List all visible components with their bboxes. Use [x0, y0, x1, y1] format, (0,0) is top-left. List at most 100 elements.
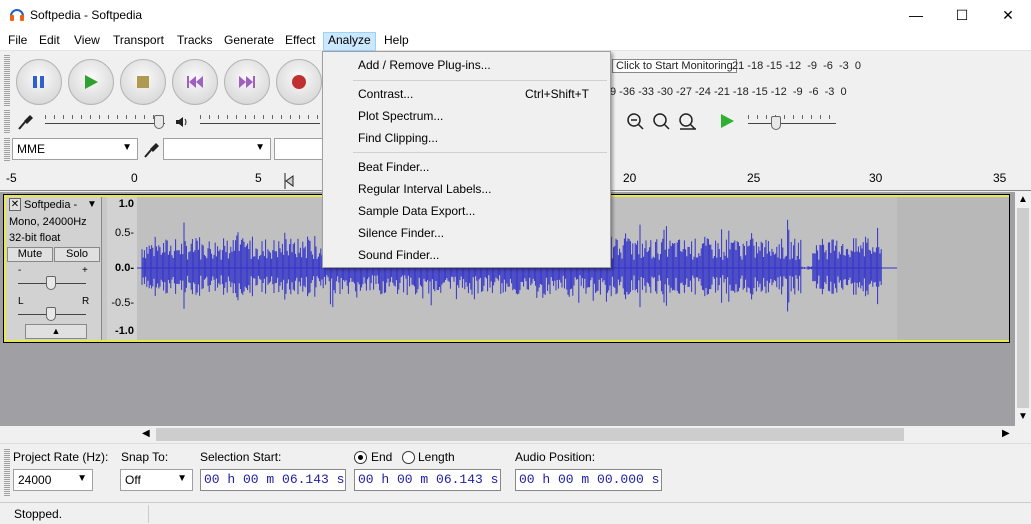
input-device-select[interactable]: ▼: [163, 138, 271, 160]
solo-button[interactable]: Solo: [54, 247, 100, 262]
menu-item-silence-finder[interactable]: Silence Finder...: [324, 222, 609, 244]
selection-toolbar: Project Rate (Hz): 24000 ▼ Snap To: Off ▼ …: [0, 443, 1031, 501]
play-speed-ticks: [748, 115, 836, 119]
track-name-button[interactable]: Softpedia -: [24, 199, 77, 211]
chevron-down-icon: ▼: [255, 142, 265, 153]
selection-start-time[interactable]: 00 h 00 m 06.143 s: [200, 469, 346, 491]
menu-edit[interactable]: Edit: [35, 32, 64, 51]
skip-end-button[interactable]: [224, 59, 270, 105]
status-divider: [148, 505, 149, 523]
menu-effect[interactable]: Effect: [281, 32, 319, 51]
menu-item-sample-data-export[interactable]: Sample Data Export...: [324, 200, 609, 222]
play-head-icon[interactable]: [284, 173, 294, 189]
audacity-app-icon: [10, 9, 24, 21]
record-volume-slider[interactable]: [45, 123, 165, 124]
snap-to-select[interactable]: Off ▼: [120, 469, 193, 491]
selection-grip[interactable]: [4, 448, 10, 496]
device-grip[interactable]: [4, 137, 10, 161]
playback-meter[interactable]: 9 -36 -33 -30 -27 -24 -21 -18 -15 -12 -9…: [610, 81, 880, 105]
host-select[interactable]: MME ▼: [12, 138, 138, 160]
end-radio[interactable]: [354, 451, 367, 464]
stop-button[interactable]: [120, 59, 166, 105]
menu-item-beat-finder[interactable]: Beat Finder...: [324, 156, 609, 178]
menu-analyze[interactable]: Analyze: [323, 32, 376, 51]
vertical-scrollbar[interactable]: ▲ ▼: [1015, 192, 1031, 426]
vertical-scale[interactable]: 1.0 0.5- 0.0- -0.5- -1.0: [107, 197, 137, 340]
pan-thumb[interactable]: [46, 307, 56, 321]
monitor-button[interactable]: Click to Start Monitoring: [612, 59, 737, 73]
menu-tracks[interactable]: Tracks: [173, 32, 217, 51]
menu-item-plot-spectrum[interactable]: Plot Spectrum...: [324, 105, 609, 127]
play-at-speed-icon[interactable]: [718, 112, 736, 130]
chevron-down-icon: ▼: [177, 473, 187, 484]
empty-track-region[interactable]: [897, 197, 1009, 340]
status-bar: Stopped.: [0, 502, 1031, 524]
scale-label: 0.0-: [115, 262, 134, 274]
playback-volume-slider[interactable]: [200, 123, 320, 124]
fit-project-icon[interactable]: [678, 112, 698, 132]
menu-item-add-remove-plugins[interactable]: Add / Remove Plug-ins...: [324, 54, 609, 76]
menu-generate[interactable]: Generate: [220, 32, 278, 51]
snap-to-label: Snap To:: [121, 450, 169, 464]
minimize-button[interactable]: —: [893, 0, 939, 30]
record-volume-ticks: [45, 115, 165, 119]
mixer-grip[interactable]: [4, 109, 10, 133]
length-radio[interactable]: [402, 451, 415, 464]
chevron-down-icon: ▼: [122, 142, 132, 153]
horizontal-scrollbar[interactable]: ◀ ▶: [0, 426, 1031, 443]
record-meter-ticks: 21 -18 -15 -12 -9 -6 -3 0: [732, 60, 862, 72]
scroll-up-icon[interactable]: ▲: [1018, 194, 1028, 205]
selection-end-time[interactable]: 00 h 00 m 06.143 s: [354, 469, 501, 491]
record-volume-thumb[interactable]: [154, 115, 164, 129]
scroll-down-icon[interactable]: ▼: [1018, 411, 1028, 422]
track-bit-depth: 32-bit float: [9, 232, 61, 244]
menu-item-label: Sound Finder...: [358, 248, 440, 262]
menu-transport[interactable]: Transport: [109, 32, 168, 51]
ruler-label: -5: [6, 171, 17, 185]
horizontal-scroll-thumb[interactable]: [156, 428, 904, 441]
project-rate-value: 24000: [18, 473, 52, 487]
track-format: Mono, 24000Hz: [9, 216, 87, 228]
track-close-button[interactable]: ✕: [9, 198, 21, 211]
track-control-panel: ✕ Softpedia - ▼ Mono, 24000Hz 32-bit flo…: [6, 197, 102, 340]
menu-view[interactable]: View: [70, 32, 104, 51]
play-speed-thumb[interactable]: [771, 116, 781, 130]
audio-position-time[interactable]: 00 h 00 m 00.000 s: [515, 469, 662, 491]
play-button[interactable]: [68, 59, 114, 105]
menu-item-find-clipping[interactable]: Find Clipping...: [324, 127, 609, 149]
pause-button[interactable]: [16, 59, 62, 105]
zoom-out-icon[interactable]: [626, 112, 646, 132]
gain-thumb[interactable]: [46, 276, 56, 290]
play-speed-slider[interactable]: [748, 123, 836, 124]
menu-item-shortcut: Ctrl+Shift+T: [524, 87, 589, 101]
track-menu-arrow-icon[interactable]: ▼: [87, 199, 97, 210]
channels-select[interactable]: [274, 138, 324, 160]
menu-item-regular-interval-labels[interactable]: Regular Interval Labels...: [324, 178, 609, 200]
record-meter[interactable]: Click to Start Monitoring 21 -18 -15 -12…: [610, 55, 880, 79]
menu-file[interactable]: File: [4, 32, 31, 51]
menu-item-label: Find Clipping...: [358, 131, 439, 145]
ruler-label: 35: [993, 171, 1007, 185]
mute-button[interactable]: Mute: [7, 247, 53, 262]
host-value: MME: [17, 142, 45, 156]
menu-separator: [353, 152, 607, 153]
scale-label: -1.0: [115, 325, 134, 337]
maximize-button[interactable]: ☐: [939, 0, 985, 30]
menu-help[interactable]: Help: [380, 32, 413, 51]
speaker-icon: [176, 117, 187, 127]
record-button[interactable]: [276, 59, 322, 105]
collapse-track-button[interactable]: ▲: [25, 324, 87, 339]
scroll-right-icon[interactable]: ▶: [1002, 428, 1010, 439]
project-rate-select[interactable]: 24000 ▼: [13, 469, 93, 491]
toolbar-grip[interactable]: [4, 54, 10, 106]
close-button[interactable]: ✕: [985, 0, 1031, 30]
menu-item-sound-finder[interactable]: Sound Finder...: [324, 244, 609, 266]
skip-start-button[interactable]: [172, 59, 218, 105]
vertical-scroll-thumb[interactable]: [1017, 208, 1029, 408]
menu-item-contrast[interactable]: Contrast... Ctrl+Shift+T: [324, 83, 609, 105]
menu-item-label: Regular Interval Labels...: [358, 182, 492, 196]
title-bar: Softpedia - Softpedia — ☐ ✕: [0, 0, 1031, 30]
zoom-selection-icon[interactable]: [652, 112, 672, 132]
menu-item-label: Add / Remove Plug-ins...: [358, 58, 491, 72]
scroll-left-icon[interactable]: ◀: [142, 428, 150, 439]
